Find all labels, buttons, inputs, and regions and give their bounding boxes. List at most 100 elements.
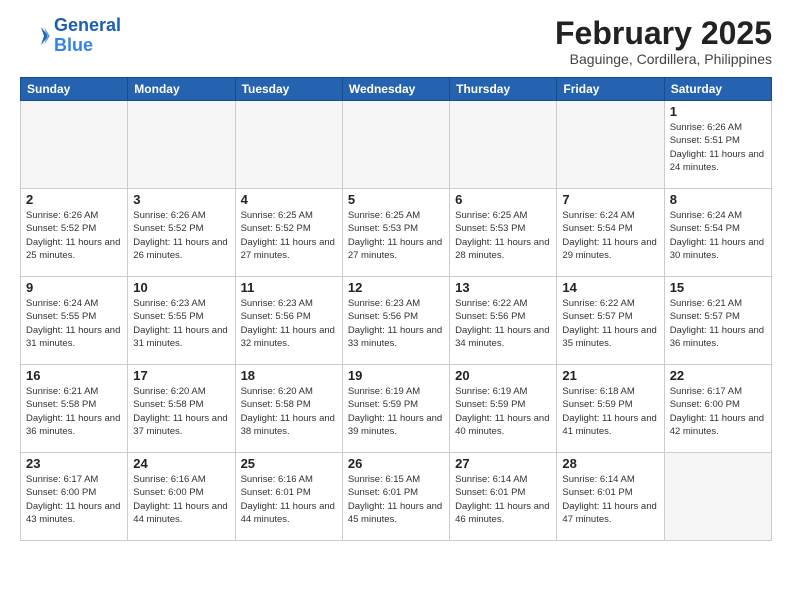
day-cell: 8 Sunrise: 6:24 AMSunset: 5:54 PMDayligh… xyxy=(664,189,771,277)
header-cell-saturday: Saturday xyxy=(664,78,771,101)
month-title: February 2025 xyxy=(555,16,772,51)
day-info: Sunrise: 6:24 AMSunset: 5:55 PMDaylight:… xyxy=(26,297,122,350)
page: General Blue February 2025 Baguinge, Cor… xyxy=(0,0,792,612)
day-info: Sunrise: 6:22 AMSunset: 5:57 PMDaylight:… xyxy=(562,297,658,350)
day-number: 8 xyxy=(670,192,766,207)
day-cell: 20 Sunrise: 6:19 AMSunset: 5:59 PMDaylig… xyxy=(450,365,557,453)
day-cell xyxy=(128,101,235,189)
day-number: 16 xyxy=(26,368,122,383)
day-cell xyxy=(450,101,557,189)
day-cell: 25 Sunrise: 6:16 AMSunset: 6:01 PMDaylig… xyxy=(235,453,342,541)
day-number: 15 xyxy=(670,280,766,295)
day-cell: 27 Sunrise: 6:14 AMSunset: 6:01 PMDaylig… xyxy=(450,453,557,541)
header-cell-thursday: Thursday xyxy=(450,78,557,101)
logo-line2: Blue xyxy=(54,36,121,56)
day-cell: 23 Sunrise: 6:17 AMSunset: 6:00 PMDaylig… xyxy=(21,453,128,541)
day-cell: 11 Sunrise: 6:23 AMSunset: 5:56 PMDaylig… xyxy=(235,277,342,365)
day-info: Sunrise: 6:16 AMSunset: 6:00 PMDaylight:… xyxy=(133,473,229,526)
day-number: 20 xyxy=(455,368,551,383)
title-block: February 2025 Baguinge, Cordillera, Phil… xyxy=(555,16,772,67)
day-cell: 12 Sunrise: 6:23 AMSunset: 5:56 PMDaylig… xyxy=(342,277,449,365)
logo-line1: General xyxy=(54,16,121,36)
day-info: Sunrise: 6:23 AMSunset: 5:55 PMDaylight:… xyxy=(133,297,229,350)
header-cell-tuesday: Tuesday xyxy=(235,78,342,101)
day-number: 3 xyxy=(133,192,229,207)
day-info: Sunrise: 6:21 AMSunset: 5:57 PMDaylight:… xyxy=(670,297,766,350)
week-row-2: 2 Sunrise: 6:26 AMSunset: 5:52 PMDayligh… xyxy=(21,189,772,277)
day-info: Sunrise: 6:18 AMSunset: 5:59 PMDaylight:… xyxy=(562,385,658,438)
day-number: 27 xyxy=(455,456,551,471)
day-number: 11 xyxy=(241,280,337,295)
day-cell xyxy=(557,101,664,189)
day-cell: 3 Sunrise: 6:26 AMSunset: 5:52 PMDayligh… xyxy=(128,189,235,277)
day-info: Sunrise: 6:26 AMSunset: 5:52 PMDaylight:… xyxy=(133,209,229,262)
calendar-body: 1 Sunrise: 6:26 AMSunset: 5:51 PMDayligh… xyxy=(21,101,772,541)
day-info: Sunrise: 6:14 AMSunset: 6:01 PMDaylight:… xyxy=(562,473,658,526)
day-info: Sunrise: 6:23 AMSunset: 5:56 PMDaylight:… xyxy=(241,297,337,350)
day-cell: 1 Sunrise: 6:26 AMSunset: 5:51 PMDayligh… xyxy=(664,101,771,189)
day-number: 10 xyxy=(133,280,229,295)
day-cell xyxy=(21,101,128,189)
day-info: Sunrise: 6:23 AMSunset: 5:56 PMDaylight:… xyxy=(348,297,444,350)
day-info: Sunrise: 6:19 AMSunset: 5:59 PMDaylight:… xyxy=(455,385,551,438)
day-number: 23 xyxy=(26,456,122,471)
day-number: 2 xyxy=(26,192,122,207)
day-cell: 7 Sunrise: 6:24 AMSunset: 5:54 PMDayligh… xyxy=(557,189,664,277)
day-cell: 22 Sunrise: 6:17 AMSunset: 6:00 PMDaylig… xyxy=(664,365,771,453)
day-cell: 26 Sunrise: 6:15 AMSunset: 6:01 PMDaylig… xyxy=(342,453,449,541)
header-cell-wednesday: Wednesday xyxy=(342,78,449,101)
day-info: Sunrise: 6:24 AMSunset: 5:54 PMDaylight:… xyxy=(670,209,766,262)
day-cell: 19 Sunrise: 6:19 AMSunset: 5:59 PMDaylig… xyxy=(342,365,449,453)
day-number: 19 xyxy=(348,368,444,383)
day-cell: 6 Sunrise: 6:25 AMSunset: 5:53 PMDayligh… xyxy=(450,189,557,277)
day-info: Sunrise: 6:20 AMSunset: 5:58 PMDaylight:… xyxy=(241,385,337,438)
day-number: 13 xyxy=(455,280,551,295)
day-number: 12 xyxy=(348,280,444,295)
day-cell: 28 Sunrise: 6:14 AMSunset: 6:01 PMDaylig… xyxy=(557,453,664,541)
day-number: 1 xyxy=(670,104,766,119)
day-number: 9 xyxy=(26,280,122,295)
day-number: 17 xyxy=(133,368,229,383)
day-number: 4 xyxy=(241,192,337,207)
week-row-3: 9 Sunrise: 6:24 AMSunset: 5:55 PMDayligh… xyxy=(21,277,772,365)
day-number: 18 xyxy=(241,368,337,383)
day-number: 24 xyxy=(133,456,229,471)
day-cell xyxy=(664,453,771,541)
day-cell: 14 Sunrise: 6:22 AMSunset: 5:57 PMDaylig… xyxy=(557,277,664,365)
day-cell xyxy=(235,101,342,189)
week-row-5: 23 Sunrise: 6:17 AMSunset: 6:00 PMDaylig… xyxy=(21,453,772,541)
day-info: Sunrise: 6:20 AMSunset: 5:58 PMDaylight:… xyxy=(133,385,229,438)
day-info: Sunrise: 6:17 AMSunset: 6:00 PMDaylight:… xyxy=(670,385,766,438)
day-number: 14 xyxy=(562,280,658,295)
day-number: 26 xyxy=(348,456,444,471)
day-info: Sunrise: 6:25 AMSunset: 5:52 PMDaylight:… xyxy=(241,209,337,262)
day-cell: 18 Sunrise: 6:20 AMSunset: 5:58 PMDaylig… xyxy=(235,365,342,453)
day-info: Sunrise: 6:24 AMSunset: 5:54 PMDaylight:… xyxy=(562,209,658,262)
day-cell: 5 Sunrise: 6:25 AMSunset: 5:53 PMDayligh… xyxy=(342,189,449,277)
calendar-header: SundayMondayTuesdayWednesdayThursdayFrid… xyxy=(21,78,772,101)
day-number: 28 xyxy=(562,456,658,471)
day-cell: 24 Sunrise: 6:16 AMSunset: 6:00 PMDaylig… xyxy=(128,453,235,541)
day-number: 22 xyxy=(670,368,766,383)
day-info: Sunrise: 6:17 AMSunset: 6:00 PMDaylight:… xyxy=(26,473,122,526)
logo-text: General Blue xyxy=(54,16,121,56)
day-cell xyxy=(342,101,449,189)
day-info: Sunrise: 6:19 AMSunset: 5:59 PMDaylight:… xyxy=(348,385,444,438)
header-cell-friday: Friday xyxy=(557,78,664,101)
header-cell-sunday: Sunday xyxy=(21,78,128,101)
day-cell: 4 Sunrise: 6:25 AMSunset: 5:52 PMDayligh… xyxy=(235,189,342,277)
day-info: Sunrise: 6:21 AMSunset: 5:58 PMDaylight:… xyxy=(26,385,122,438)
logo: General Blue xyxy=(20,16,121,56)
day-cell: 15 Sunrise: 6:21 AMSunset: 5:57 PMDaylig… xyxy=(664,277,771,365)
subtitle: Baguinge, Cordillera, Philippines xyxy=(555,51,772,67)
day-number: 25 xyxy=(241,456,337,471)
day-info: Sunrise: 6:26 AMSunset: 5:51 PMDaylight:… xyxy=(670,121,766,174)
day-info: Sunrise: 6:26 AMSunset: 5:52 PMDaylight:… xyxy=(26,209,122,262)
day-cell: 17 Sunrise: 6:20 AMSunset: 5:58 PMDaylig… xyxy=(128,365,235,453)
day-info: Sunrise: 6:14 AMSunset: 6:01 PMDaylight:… xyxy=(455,473,551,526)
day-cell: 16 Sunrise: 6:21 AMSunset: 5:58 PMDaylig… xyxy=(21,365,128,453)
week-row-1: 1 Sunrise: 6:26 AMSunset: 5:51 PMDayligh… xyxy=(21,101,772,189)
day-cell: 10 Sunrise: 6:23 AMSunset: 5:55 PMDaylig… xyxy=(128,277,235,365)
day-info: Sunrise: 6:22 AMSunset: 5:56 PMDaylight:… xyxy=(455,297,551,350)
header-cell-monday: Monday xyxy=(128,78,235,101)
